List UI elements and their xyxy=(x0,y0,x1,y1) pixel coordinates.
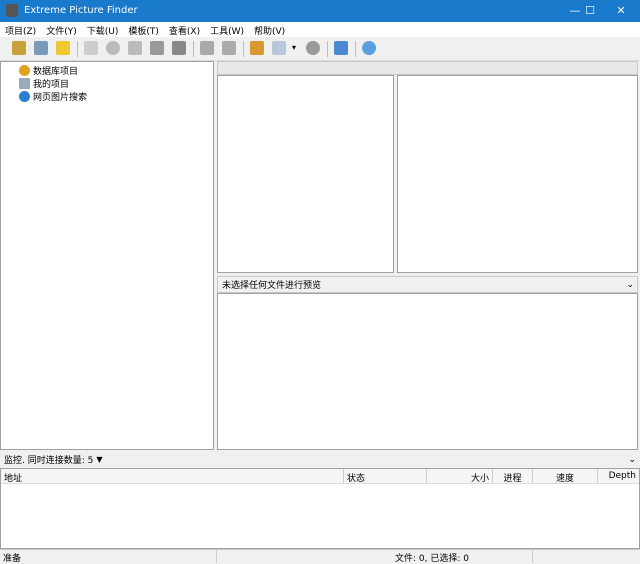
menu-help[interactable]: 帮助(V) xyxy=(249,22,290,37)
palette-icon[interactable] xyxy=(250,41,264,55)
menu-template[interactable]: 模板(T) xyxy=(123,22,164,37)
folder-icon xyxy=(19,78,30,89)
folder-header xyxy=(217,61,638,75)
view-icon[interactable] xyxy=(272,41,286,55)
close-button[interactable]: ✕ xyxy=(606,0,636,22)
col-status[interactable]: 状态 xyxy=(344,469,427,484)
col-progress[interactable]: 进程 xyxy=(493,469,533,484)
download-icon[interactable] xyxy=(200,41,214,55)
refresh-icon[interactable] xyxy=(106,41,120,55)
image-icon[interactable] xyxy=(334,41,348,55)
step-icon[interactable] xyxy=(128,41,142,55)
title-bar: Extreme Picture Finder — ☐ ✕ xyxy=(0,0,640,22)
tree-item-web-search[interactable]: 网页图片搜索 xyxy=(1,90,213,103)
divider xyxy=(532,550,533,563)
maximize-button[interactable]: ☐ xyxy=(575,0,605,22)
queue-icon[interactable] xyxy=(172,41,186,55)
connections-dropdown-icon[interactable]: ▼ xyxy=(96,455,102,464)
folder-pane[interactable] xyxy=(217,75,394,273)
menu-project[interactable]: 项目(Z) xyxy=(0,22,41,37)
tools-icon[interactable] xyxy=(34,41,48,55)
menu-download[interactable]: 下载(U) xyxy=(82,22,124,37)
record-icon[interactable] xyxy=(306,41,320,55)
chevron-down-icon[interactable]: ⌄ xyxy=(628,455,636,465)
comment-icon[interactable] xyxy=(56,41,70,55)
col-depth[interactable]: Depth xyxy=(598,469,639,483)
monitor-bar: 监控. 同时连接数量: 5 ▼ ⌄ xyxy=(0,451,640,468)
menu-file[interactable]: 文件(Y) xyxy=(41,22,82,37)
divider xyxy=(216,550,217,563)
edit-icon[interactable] xyxy=(12,41,26,55)
stop-icon[interactable] xyxy=(150,41,164,55)
col-speed[interactable]: 速度 xyxy=(533,469,598,484)
globe-icon xyxy=(19,91,30,102)
play-icon[interactable] xyxy=(84,41,98,55)
status-files: 文件: 0, 已选择: 0 xyxy=(395,554,469,564)
project-tree: 数据库项目 我的项目 网页图片搜索 xyxy=(0,61,214,450)
tree-item-my-projects[interactable]: 我的项目 xyxy=(1,77,213,90)
toolbar: ▾ xyxy=(0,37,640,61)
app-icon xyxy=(6,4,18,17)
preview-bar: 未选择任何文件进行预览 ⌄ xyxy=(217,276,638,293)
dropdown-icon[interactable]: ▾ xyxy=(292,43,296,52)
download-list: 地址 状态 大小 进程 速度 Depth xyxy=(0,468,640,549)
col-size[interactable]: 大小 xyxy=(427,469,493,484)
chevron-down-icon[interactable]: ⌄ xyxy=(626,280,634,290)
database-icon xyxy=(19,65,30,76)
menu-view[interactable]: 查看(X) xyxy=(164,22,205,37)
upload-icon[interactable] xyxy=(222,41,236,55)
help-icon[interactable] xyxy=(362,41,376,55)
table-header: 地址 状态 大小 进程 速度 Depth xyxy=(1,469,639,484)
col-address[interactable]: 地址 xyxy=(1,469,344,484)
preview-pane xyxy=(217,293,638,450)
window-title: Extreme Picture Finder xyxy=(24,5,138,16)
status-text: 准备 xyxy=(3,554,22,564)
menu-tools[interactable]: 工具(W) xyxy=(205,22,249,37)
menu-bar: 项目(Z) 文件(Y) 下载(U) 模板(T) 查看(X) 工具(W) 帮助(V… xyxy=(0,22,640,37)
status-bar: 准备 文件: 0, 已选择: 0 xyxy=(0,549,640,564)
thumbnail-pane[interactable] xyxy=(397,75,638,273)
tree-item-database[interactable]: 数据库项目 xyxy=(1,64,213,77)
